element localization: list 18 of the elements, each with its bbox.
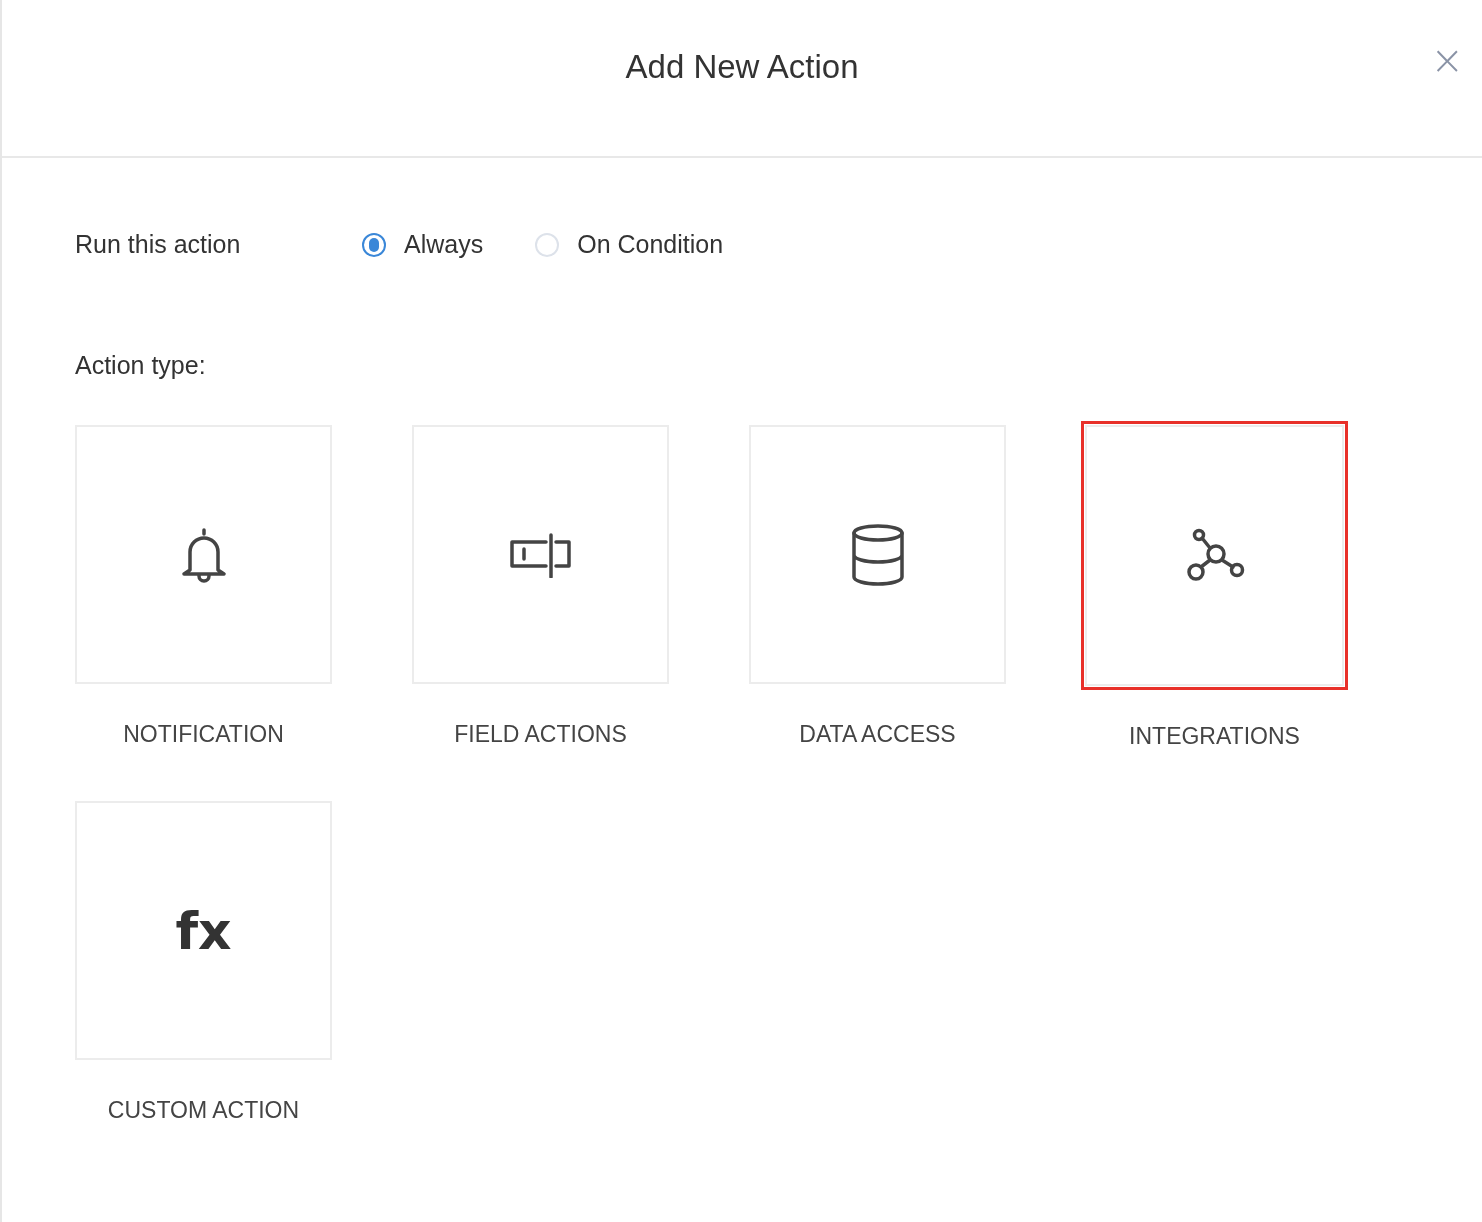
action-card-label: NOTIFICATION bbox=[123, 721, 284, 748]
action-card[interactable] bbox=[412, 425, 669, 684]
bell-icon bbox=[179, 525, 228, 584]
action-type-label: Action type: bbox=[75, 351, 207, 380]
action-card[interactable] bbox=[749, 425, 1006, 684]
dialog-title: Add New Action bbox=[625, 48, 859, 86]
action-card-label: FIELD ACTIONS bbox=[454, 721, 627, 748]
action-card-label: DATA ACCESS bbox=[799, 721, 956, 748]
action-card[interactable] bbox=[75, 425, 332, 684]
action-card-label: INTEGRATIONS bbox=[1129, 723, 1300, 750]
action-card[interactable]: fx bbox=[75, 801, 332, 1060]
action-card-label: CUSTOM ACTION bbox=[107, 1097, 300, 1124]
field-icon bbox=[507, 531, 574, 578]
radio-option[interactable]: On Condition bbox=[535, 230, 724, 259]
network-icon bbox=[1184, 527, 1245, 584]
database-icon bbox=[849, 522, 906, 587]
radio-option[interactable]: Always bbox=[362, 230, 484, 259]
run-label: Run this action bbox=[75, 230, 242, 259]
